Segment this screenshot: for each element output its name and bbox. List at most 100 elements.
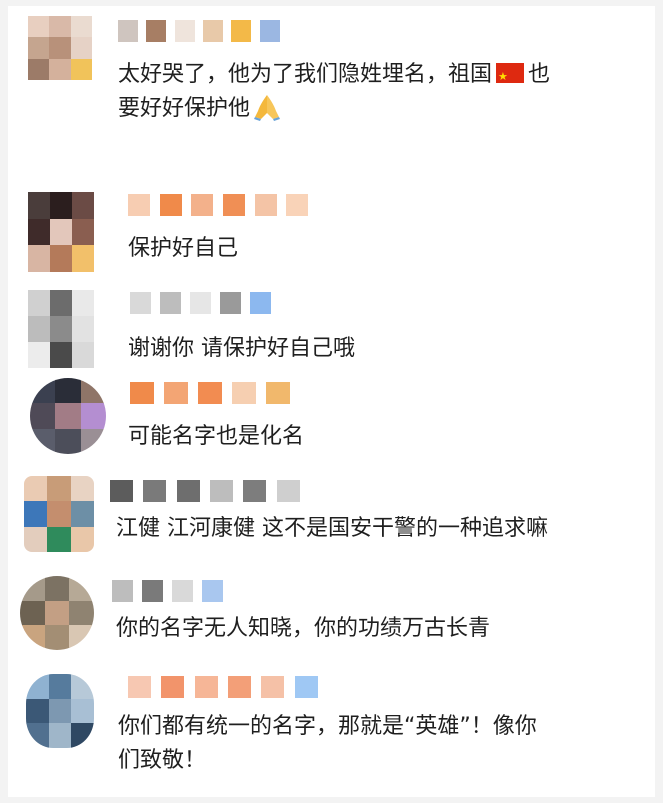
username-mosaic-block xyxy=(190,292,211,314)
avatar[interactable] xyxy=(26,674,94,748)
username[interactable] xyxy=(110,480,310,502)
avatar[interactable] xyxy=(28,192,94,272)
avatar-mosaic-block xyxy=(72,290,94,316)
avatar[interactable] xyxy=(28,16,92,80)
comment-item: 你们都有统一的名字，那就是“英雄”！像你 们致敬！ xyxy=(8,668,655,793)
avatar-mosaic-block xyxy=(50,290,72,316)
username-mosaic-block xyxy=(198,382,222,404)
username-mosaic-block xyxy=(159,194,182,216)
username-mosaic-block xyxy=(194,676,218,698)
avatar[interactable] xyxy=(28,290,94,368)
username-mosaic-block xyxy=(261,676,285,698)
username-mosaic-block xyxy=(223,194,245,216)
avatar-mosaic-block xyxy=(28,58,50,80)
avatar-mosaic-block xyxy=(28,218,50,246)
avatar-mosaic-block xyxy=(49,16,72,38)
username[interactable] xyxy=(128,676,328,698)
avatar-mosaic-block xyxy=(71,698,94,724)
avatar-mosaic-block xyxy=(49,37,72,60)
avatar-mosaic-block xyxy=(28,342,50,368)
avatar[interactable] xyxy=(24,476,94,552)
username[interactable] xyxy=(118,20,288,42)
username-mosaic-block xyxy=(203,20,223,42)
username-mosaic-block xyxy=(210,480,233,502)
avatar-mosaic-block xyxy=(72,192,94,219)
username-mosaic-block xyxy=(161,676,185,698)
username-mosaic-block xyxy=(176,480,200,502)
avatar-mosaic-block xyxy=(72,245,94,272)
avatar-mosaic-block xyxy=(47,501,72,528)
comment-text: 保护好自己 xyxy=(128,236,239,261)
avatar-mosaic-block xyxy=(55,378,82,404)
username-mosaic-block xyxy=(128,194,150,216)
china-flag-icon xyxy=(496,60,525,94)
username[interactable] xyxy=(130,382,300,404)
avatar-mosaic-block xyxy=(72,218,94,246)
username-mosaic-block xyxy=(164,382,188,404)
avatar-mosaic-block xyxy=(69,600,94,626)
avatar-mosaic-block xyxy=(70,37,92,60)
avatar-mosaic-block xyxy=(72,342,94,368)
avatar-mosaic-block xyxy=(55,428,82,454)
username-mosaic-block xyxy=(294,676,318,698)
avatar-mosaic-block xyxy=(28,192,50,219)
avatar-mosaic-block xyxy=(26,674,49,699)
avatar-mosaic-block xyxy=(71,723,94,748)
avatar-mosaic-block xyxy=(50,342,72,368)
username-mosaic-block xyxy=(231,20,252,42)
username[interactable] xyxy=(112,580,232,602)
username-mosaic-block xyxy=(174,20,195,42)
username-mosaic-block xyxy=(286,194,309,216)
comment-text: 你们都有统一的名字，那就是“英雄”！像你 们致敬！ xyxy=(118,714,537,773)
comment-text: 江健 江河康健 这不是国安干警的一种追求嘛 xyxy=(116,516,548,541)
avatar-mosaic-block xyxy=(24,476,48,502)
avatar[interactable] xyxy=(30,378,106,454)
comment-item: 可能名字也是化名 xyxy=(8,374,655,466)
comment-item: 太好哭了，他为了我们隐姓埋名，祖国也 要好好保护他 xyxy=(8,10,655,180)
avatar-mosaic-block xyxy=(44,576,70,601)
comment-text: 你的名字无人知晓，你的功绩万古长青 xyxy=(116,616,491,641)
avatar-mosaic-block xyxy=(55,403,82,430)
username-mosaic-block xyxy=(130,292,151,314)
avatar-mosaic-block xyxy=(44,600,70,626)
username-mosaic-block xyxy=(146,20,167,42)
avatar-mosaic-block xyxy=(20,625,45,650)
avatar-mosaic-block xyxy=(69,625,94,650)
avatar[interactable] xyxy=(20,576,94,650)
comment-item: 保护好自己 xyxy=(8,184,655,284)
avatar-mosaic-block xyxy=(50,218,72,246)
avatar-mosaic-block xyxy=(50,192,72,219)
comment-item: 谢谢你 请保护好自己哦 xyxy=(8,286,655,376)
username-mosaic-block xyxy=(128,676,151,698)
username-mosaic-block xyxy=(172,580,193,602)
username-mosaic-block xyxy=(232,382,256,404)
avatar-mosaic-block xyxy=(47,476,72,502)
username-mosaic-block xyxy=(243,480,267,502)
username-mosaic-block xyxy=(112,580,133,602)
folded-hands-icon xyxy=(254,95,281,121)
avatar-mosaic-block xyxy=(30,378,56,404)
username[interactable] xyxy=(128,194,318,216)
comment-text: 谢谢你 请保护好自己哦 xyxy=(128,336,355,361)
username-mosaic-block xyxy=(250,292,271,314)
username-mosaic-block xyxy=(160,292,181,314)
avatar-mosaic-block xyxy=(48,698,72,724)
avatar-mosaic-block xyxy=(20,600,45,626)
comment-item: 你的名字无人知晓，你的功绩万古长青 xyxy=(8,572,655,664)
avatar-mosaic-block xyxy=(20,576,45,601)
avatar-mosaic-block xyxy=(26,698,49,724)
avatar-mosaic-block xyxy=(48,723,72,748)
avatar-mosaic-block xyxy=(50,245,72,272)
username-mosaic-block xyxy=(276,480,300,502)
username[interactable] xyxy=(130,292,280,314)
username-mosaic-block xyxy=(259,20,280,42)
username-mosaic-block xyxy=(202,580,223,602)
username-mosaic-block xyxy=(118,20,138,42)
comment-text: 可能名字也是化名 xyxy=(128,424,305,449)
avatar-mosaic-block xyxy=(80,378,106,404)
avatar-mosaic-block xyxy=(70,476,94,502)
avatar-mosaic-block xyxy=(28,290,50,316)
avatar-mosaic-block xyxy=(70,16,92,38)
avatar-mosaic-block xyxy=(24,526,48,552)
avatar-mosaic-block xyxy=(69,576,94,601)
